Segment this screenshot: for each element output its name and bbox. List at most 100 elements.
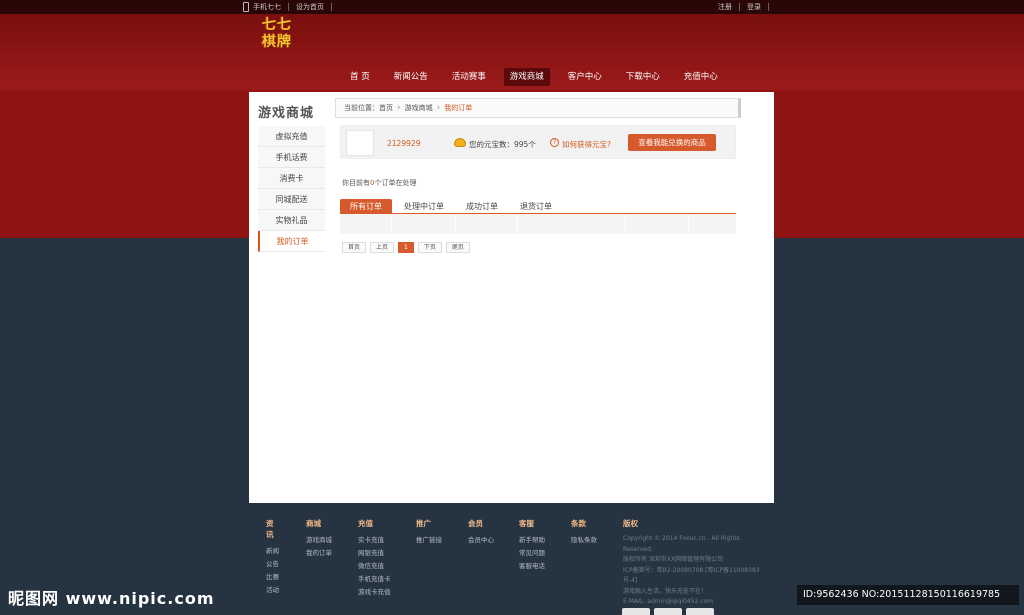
footer-link[interactable]: 推广链接 <box>416 534 442 547</box>
order-tabs: 所有订单 处理中订单 成功订单 退货订单 <box>340 199 736 214</box>
top-bar-left: 手机七七 设为首页 <box>243 2 339 12</box>
order-count-text: 你目前有0个订单在处理 <box>342 178 416 188</box>
copyright-line: ICP备案号：粤B2-20080708 [粤ICP备11008383 <box>623 566 760 574</box>
footer-link[interactable]: 活动 <box>266 584 279 597</box>
first-page-button[interactable]: 首页 <box>342 242 367 253</box>
footer-link[interactable]: 新手帮助 <box>519 534 545 547</box>
footer-link[interactable]: 微信充值 <box>358 560 391 573</box>
chevron-right-icon: › <box>397 103 401 113</box>
avatar <box>346 130 374 156</box>
payment-badges <box>622 608 718 615</box>
sidebar-item-virtual[interactable]: 虚拟充值 <box>258 126 325 147</box>
footer-link[interactable]: 网银充值 <box>358 547 391 560</box>
top-bar-right: 注册 登录 <box>718 2 776 12</box>
order-count-suffix: 个订单在处理 <box>374 179 417 187</box>
payment-badge-icon <box>686 608 714 615</box>
footer-col-news: 资讯 新闻 公告 比赛 活动 <box>266 518 279 597</box>
footer-link[interactable]: 手机充值卡 <box>358 573 391 586</box>
sidebar-item-phone-credit[interactable]: 手机话费 <box>258 147 325 168</box>
chevron-right-icon: › <box>436 103 441 113</box>
nav-news[interactable]: 新闻公告 <box>388 68 434 86</box>
copyright-line: E-MAIL: admin@qiqi0452.com <box>623 598 714 605</box>
sidebar-title: 游戏商城 <box>258 106 315 121</box>
footer-link[interactable]: 实卡充值 <box>358 534 391 547</box>
footer-link[interactable]: 客服电话 <box>519 560 545 573</box>
nav-download[interactable]: 下载中心 <box>620 68 666 86</box>
footer-link[interactable]: 会员中心 <box>468 534 494 547</box>
nav-customer[interactable]: 客户中心 <box>562 68 608 86</box>
table-header-cell <box>392 214 456 234</box>
tab-all-orders[interactable]: 所有订单 <box>340 199 392 214</box>
footer-link[interactable]: 游戏卡充值 <box>358 586 391 599</box>
table-header-cell <box>689 214 736 234</box>
sidebar-item-delivery[interactable]: 同城配送 <box>258 189 325 210</box>
footer-heading: 推广 <box>416 519 431 528</box>
table-header-cell <box>340 214 392 234</box>
sidebar-item-my-orders[interactable]: 我的订单 <box>258 231 325 252</box>
table-header-cell <box>456 214 518 234</box>
footer-link[interactable]: 游戏商城 <box>306 534 332 547</box>
footer-col-mall: 商城 游戏商城 我的订单 <box>306 518 332 560</box>
payment-badge-icon <box>622 608 650 615</box>
footer-link[interactable]: 隐私条款 <box>571 534 597 547</box>
next-page-button[interactable]: 下页 <box>417 242 442 253</box>
phone-icon <box>243 2 249 12</box>
prev-page-button[interactable]: 上页 <box>370 242 395 253</box>
sidebar-item-consumer-card[interactable]: 消费卡 <box>258 168 325 189</box>
copyright-line: 号-4] <box>623 577 638 584</box>
breadcrumb-section[interactable]: 游戏商城 <box>405 103 433 113</box>
sidebar-item-gifts[interactable]: 实物礼品 <box>258 210 325 231</box>
watermark-id: ID:9562436 NO:20151128150116619785 <box>797 585 1019 605</box>
footer-col-copyright: 版权 Copyright © 2014 Foxuc.cn . All Right… <box>623 518 760 608</box>
footer-link[interactable]: 新闻 <box>266 545 279 558</box>
watermark-site: 昵图网 www.nipic.com <box>8 589 215 608</box>
footer-link[interactable]: 常见问题 <box>519 547 545 560</box>
breadcrumb-home[interactable]: 首页 <box>379 103 393 113</box>
footer-link[interactable]: 我的订单 <box>306 547 332 560</box>
last-page-button[interactable]: 尾页 <box>445 242 470 253</box>
divider <box>331 3 332 11</box>
set-homepage-link[interactable]: 设为首页 <box>296 2 324 12</box>
order-table-header <box>340 214 736 234</box>
nav-recharge[interactable]: 充值中心 <box>678 68 724 86</box>
footer-heading: 版权 <box>623 519 638 528</box>
breadcrumb-prefix: 当前位置： <box>344 104 379 112</box>
user-info-box: 2129929 您的元宝数：995个 ? 如何获得元宝? 查看我能兑换的商品 <box>340 125 736 159</box>
breadcrumb-current: 我的订单 <box>444 104 473 112</box>
table-header-cell <box>518 214 626 234</box>
help-link[interactable]: 如何获得元宝? <box>562 139 611 150</box>
tab-processing-orders[interactable]: 处理中订单 <box>394 199 454 214</box>
gold-ingot-icon <box>454 138 466 147</box>
current-page[interactable]: 1 <box>398 242 414 253</box>
divider <box>739 3 740 11</box>
tab-return-orders[interactable]: 退货订单 <box>510 199 562 214</box>
footer-col-promo: 推广 推广链接 <box>416 518 442 547</box>
site-logo[interactable]: 七七棋牌 <box>256 17 298 55</box>
breadcrumb: 当前位置： 首页 › 游戏商城 › 我的订单 <box>335 98 741 118</box>
sidebar-menu: 虚拟充值 手机话费 消费卡 同城配送 实物礼品 我的订单 <box>258 126 325 252</box>
pagination: 首页 上页 1 下页 尾页 <box>342 242 474 253</box>
footer-heading: 商城 <box>306 519 321 528</box>
nav-events[interactable]: 活动赛事 <box>446 68 492 86</box>
footer-link[interactable]: 比赛 <box>266 571 279 584</box>
copyright-line: Copyright © 2014 Foxuc.cn . All Rights <box>623 535 740 542</box>
table-header-cell <box>626 214 689 234</box>
register-link[interactable]: 注册 <box>718 2 732 12</box>
balance-text: 您的元宝数：995个 <box>469 140 536 149</box>
login-link[interactable]: 登录 <box>747 2 761 12</box>
mobile-link[interactable]: 手机七七 <box>253 2 281 12</box>
view-exchangeable-button[interactable]: 查看我能兑换的商品 <box>628 134 716 151</box>
footer-col-service: 客服 新手帮助 常见问题 客服电话 <box>519 518 545 573</box>
footer-col-terms: 条款 隐私条款 <box>571 518 597 547</box>
footer-heading: 充值 <box>358 519 373 528</box>
footer-link[interactable]: 公告 <box>266 558 279 571</box>
payment-badge-icon <box>654 608 682 615</box>
nav-home[interactable]: 首 页 <box>344 68 376 86</box>
divider <box>768 3 769 11</box>
tab-success-orders[interactable]: 成功订单 <box>456 199 508 214</box>
copyright-line: 游戏融入生活，快乐无处不在！ <box>623 587 708 595</box>
footer-heading: 资讯 <box>266 519 274 539</box>
order-count-prefix: 你目前有 <box>342 179 370 187</box>
nav-mall[interactable]: 游戏商城 <box>503 68 550 86</box>
question-icon[interactable]: ? <box>550 138 559 147</box>
